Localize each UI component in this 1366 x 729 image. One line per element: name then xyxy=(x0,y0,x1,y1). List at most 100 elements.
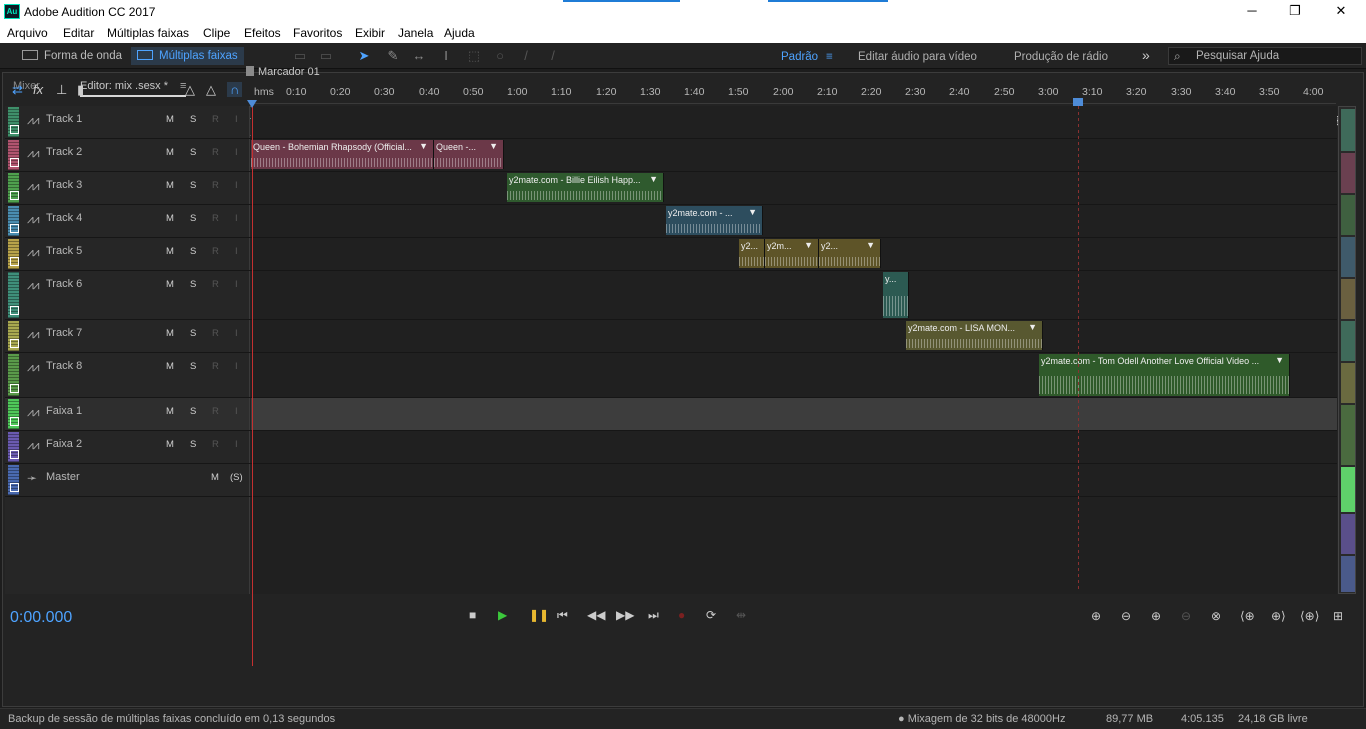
zoom-out-point-icon[interactable]: ⊕⟩ xyxy=(1271,609,1286,623)
time-selection-tool-icon[interactable]: I xyxy=(437,47,455,65)
track-name[interactable]: Track 4 xyxy=(46,212,82,224)
marker-handle[interactable] xyxy=(1073,98,1083,106)
track-color-swatch[interactable] xyxy=(8,206,19,236)
brush-tool-icon[interactable]: / xyxy=(517,47,535,65)
menu-multiplas-faixas[interactable]: Múltiplas faixas xyxy=(107,26,189,40)
input-monitor-button[interactable]: I xyxy=(235,180,238,191)
track-row-2[interactable]: ⩘⩘ Track 2 M S R I Queen - Bohemian Rhap… xyxy=(5,139,1337,172)
pause-icon[interactable]: ❚❚ xyxy=(529,608,549,622)
track-lane-empty[interactable] xyxy=(251,497,1337,594)
solo-button[interactable]: S xyxy=(190,361,196,372)
zoom-out-time-icon[interactable]: ⊖ xyxy=(1181,609,1191,623)
track-lane[interactable]: y2mate.com - Tom Odell Another Love Offi… xyxy=(251,353,1337,397)
clip-menu-icon[interactable]: ▼ xyxy=(649,174,658,184)
input-monitor-button[interactable]: I xyxy=(235,406,238,417)
timecode-display[interactable]: 0:00.000 xyxy=(10,609,72,627)
metronome-icon[interactable]: △ xyxy=(185,82,195,98)
track-lane[interactable] xyxy=(251,431,1337,463)
zoom-in-time-icon[interactable]: ⊕ xyxy=(1151,609,1161,623)
record-arm-button[interactable]: R xyxy=(212,439,219,450)
input-monitor-button[interactable]: I xyxy=(235,439,238,450)
search-input[interactable]: Pesquisar Ajuda xyxy=(1196,50,1279,62)
play-icon[interactable]: ▶ xyxy=(498,608,507,622)
clip-menu-icon[interactable]: ▼ xyxy=(804,240,813,250)
lasso-tool-icon[interactable]: ○ xyxy=(491,47,509,65)
mute-button[interactable]: M xyxy=(166,246,174,257)
input-monitor-button[interactable]: I xyxy=(235,246,238,257)
audio-clip[interactable]: y2mate.com - LISA MON... ▼ xyxy=(906,321,1043,350)
track-row-8[interactable]: ⩘⩘ Track 8 M S R I y2mate.com - Tom Odel… xyxy=(5,353,1337,398)
menu-exibir[interactable]: Exibir xyxy=(355,26,385,40)
workspace-padrao[interactable]: Padrão xyxy=(781,51,818,63)
track-lane[interactable] xyxy=(251,106,1337,138)
zoom-out-amplitude-icon[interactable]: ⊖ xyxy=(1121,609,1131,623)
vertical-scrollbar[interactable] xyxy=(1338,106,1356,594)
track-name[interactable]: Track 7 xyxy=(46,327,82,339)
track-color-swatch[interactable] xyxy=(8,432,19,462)
menu-ajuda[interactable]: Ajuda xyxy=(444,26,475,40)
solo-button[interactable]: S xyxy=(190,439,196,450)
tab-editor[interactable]: Editor: mix .sesx * ≡ xyxy=(80,80,187,97)
audio-clip[interactable]: y2m... ▼ xyxy=(765,239,819,268)
track-row-6[interactable]: ⩘⩘ Track 6 M S R I y... xyxy=(5,271,1337,320)
track-color-swatch[interactable] xyxy=(8,399,19,429)
rewind-icon[interactable]: ◀◀ xyxy=(587,608,605,622)
workspace-more-icon[interactable]: » xyxy=(1142,47,1150,63)
track-row-5[interactable]: ⩘⩘ Track 5 M S R I y2... y2m... ▼ y2... ▼ xyxy=(5,238,1337,271)
mute-button[interactable]: M xyxy=(166,439,174,450)
close-button[interactable]: ✕ xyxy=(1328,2,1354,20)
multitrack-view-button[interactable]: Múltiplas faixas xyxy=(131,47,244,65)
spectral-pitch-icon[interactable]: ▭ xyxy=(317,47,335,65)
solo-button[interactable]: S xyxy=(190,246,196,257)
solo-button[interactable]: S xyxy=(190,406,196,417)
record-arm-button[interactable]: R xyxy=(212,328,219,339)
audio-clip[interactable]: y2mate.com - ... ▼ xyxy=(666,206,763,235)
track-lane[interactable]: y2mate.com - LISA MON... ▼ xyxy=(251,320,1337,352)
track-lane[interactable] xyxy=(251,464,1337,496)
input-monitor-button[interactable]: I xyxy=(235,114,238,125)
solo-button[interactable]: S xyxy=(190,213,196,224)
track-name[interactable]: Track 2 xyxy=(46,146,82,158)
track-lane[interactable]: y2mate.com - Billie Eilish Happ... ▼ xyxy=(251,172,1337,204)
track-row-4[interactable]: ⩘⩘ Track 4 M S R I y2mate.com - ... ▼ xyxy=(5,205,1337,238)
track-name[interactable]: Master xyxy=(46,471,80,483)
mute-button[interactable]: M xyxy=(166,147,174,158)
audio-clip[interactable]: y2mate.com - Tom Odell Another Love Offi… xyxy=(1039,354,1290,396)
menu-arquivo[interactable]: Arquivo xyxy=(7,26,48,40)
next-icon[interactable]: ⏭ xyxy=(648,608,659,623)
track-name[interactable]: Faixa 1 xyxy=(46,405,82,417)
zoom-selection-icon[interactable]: ⟨⊕⟩ xyxy=(1300,609,1319,623)
waveform-view-button[interactable]: Forma de onda xyxy=(12,47,130,65)
zoom-tracks-icon[interactable]: ⊞ xyxy=(1333,609,1343,623)
audio-clip[interactable]: Queen - Bohemian Rhapsody (Official... ▼ xyxy=(251,140,434,169)
track-row-7[interactable]: ⩘⩘ Track 7 M S R I y2mate.com - LISA MON… xyxy=(5,320,1337,353)
mute-button[interactable]: M xyxy=(211,472,219,483)
zoom-in-point-icon[interactable]: ⟨⊕ xyxy=(1240,609,1255,623)
zoom-in-amplitude-icon[interactable]: ⊕ xyxy=(1091,609,1101,623)
track-row-3[interactable]: ⩘⩘ Track 3 M S R I y2mate.com - Billie E… xyxy=(5,172,1337,205)
inputs-outputs-icon[interactable]: ⇄ xyxy=(12,82,23,98)
metronome-settings-icon[interactable]: △ xyxy=(206,82,216,98)
spectral-display-icon[interactable]: ▭ xyxy=(291,47,309,65)
audio-clip[interactable]: y2mate.com - Billie Eilish Happ... ▼ xyxy=(507,173,664,202)
solo-button[interactable]: S xyxy=(190,328,196,339)
playhead-handle[interactable] xyxy=(247,100,257,108)
eq-icon[interactable]: ▮ xyxy=(77,82,84,98)
record-arm-button[interactable]: R xyxy=(212,213,219,224)
track-color-swatch[interactable] xyxy=(8,272,19,318)
mute-button[interactable]: M xyxy=(166,213,174,224)
menu-clipe[interactable]: Clipe xyxy=(203,26,230,40)
solo-button[interactable]: S xyxy=(190,114,196,125)
track-color-swatch[interactable] xyxy=(8,354,19,396)
track-color-swatch[interactable] xyxy=(8,173,19,203)
record-arm-button[interactable]: R xyxy=(212,147,219,158)
slip-tool-icon[interactable]: ↔ xyxy=(410,47,428,65)
track-row-faixa-1[interactable]: ⩘⩘ Faixa 1 M S R I xyxy=(5,398,1337,431)
workspace-editar-video[interactable]: Editar áudio para vídeo xyxy=(858,51,977,63)
track-lane[interactable]: y2mate.com - ... ▼ xyxy=(251,205,1337,237)
solo-button[interactable]: S xyxy=(190,180,196,191)
clip-menu-icon[interactable]: ▼ xyxy=(419,141,428,151)
workspace-menu-icon[interactable]: ≡ xyxy=(826,51,833,63)
mute-button[interactable]: M xyxy=(166,328,174,339)
marquee-tool-icon[interactable]: ⬚ xyxy=(465,47,483,65)
